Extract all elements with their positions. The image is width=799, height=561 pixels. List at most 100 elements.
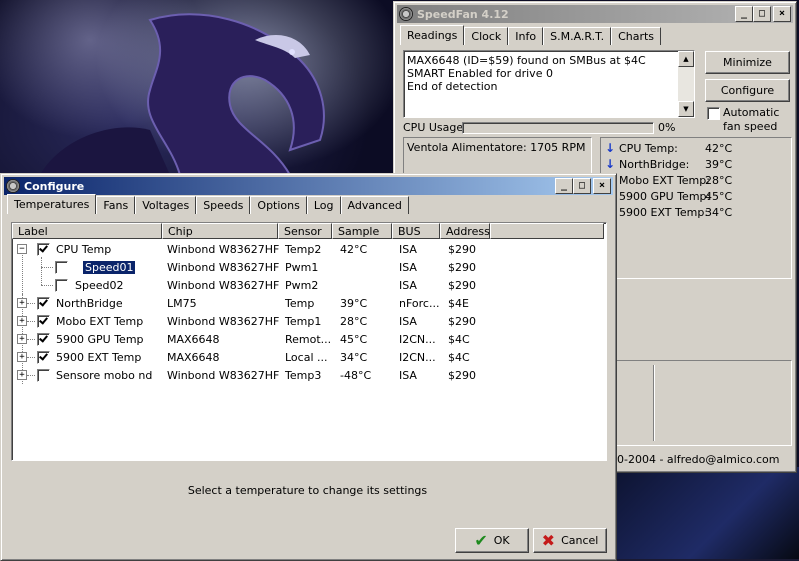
cpu-usage-label: CPU Usage <box>403 121 464 134</box>
expand-icon[interactable]: + <box>17 370 27 380</box>
row-address: $4E <box>448 297 469 310</box>
collapse-icon[interactable]: − <box>17 244 27 254</box>
row-checkbox[interactable] <box>55 261 68 274</box>
detection-log[interactable]: MAX6648 (ID=$59) found on SMBus at $4C S… <box>403 50 695 118</box>
row-checkbox[interactable] <box>37 369 50 382</box>
row-chip: Winbond W83627HF <box>167 261 280 274</box>
configure-tabs: Temperatures Fans Voltages Speeds Option… <box>7 194 409 214</box>
tab-smart[interactable]: S.M.A.R.T. <box>543 27 612 45</box>
fans-panel: Ventola Alimentatore: 1705 RPM <box>403 137 592 177</box>
row-sensor: Temp1 <box>285 315 322 328</box>
row-checkbox[interactable] <box>37 243 50 256</box>
column-header-address[interactable]: Address <box>440 223 490 239</box>
tab-charts[interactable]: Charts <box>611 27 662 45</box>
column-header-label[interactable]: Label <box>12 223 162 239</box>
expand-icon[interactable]: + <box>17 352 27 362</box>
tree-line <box>41 285 53 286</box>
tree-line <box>27 375 35 376</box>
cpu-usage-value: 0% <box>658 121 676 134</box>
row-chip: LM75 <box>167 297 197 310</box>
row-bus: nForc... <box>399 297 440 310</box>
close-icon[interactable]: × <box>593 178 611 194</box>
log-scrollbar[interactable]: ▲ ▼ <box>678 51 694 117</box>
speedfan-tabs: Readings Clock Info S.M.A.R.T. Charts <box>400 25 662 45</box>
row-checkbox[interactable] <box>55 279 68 292</box>
tab-speeds[interactable]: Speeds <box>196 196 251 214</box>
table-row[interactable]: + 5900 EXT Temp MAX6648 Local ... 34°C I… <box>12 348 604 366</box>
tab-voltages[interactable]: Voltages <box>135 196 197 214</box>
expand-icon[interactable]: + <box>17 298 27 308</box>
minimize-icon[interactable]: _ <box>555 178 573 194</box>
tab-log[interactable]: Log <box>306 196 341 214</box>
maximize-icon[interactable]: □ <box>753 6 771 22</box>
automatic-fan-speed-checkbox[interactable] <box>707 107 720 120</box>
minimize-icon[interactable]: _ <box>735 6 753 22</box>
table-row[interactable]: Speed01 Winbond W83627HF Pwm1 ISA $290 <box>12 258 604 276</box>
row-checkbox[interactable] <box>37 297 50 310</box>
row-label: 5900 EXT Temp <box>56 351 142 364</box>
row-address: $290 <box>448 315 476 328</box>
column-header-sensor[interactable]: Sensor <box>278 223 332 239</box>
temperatures-tree-list[interactable]: Label Chip Sensor Sample BUS Address − C… <box>11 222 607 461</box>
temp-value: 42°C <box>705 141 733 155</box>
row-address: $290 <box>448 243 476 256</box>
row-bus: ISA <box>399 369 417 382</box>
cancel-button[interactable]: ✖ Cancel <box>533 528 607 553</box>
row-sensor: Pwm2 <box>285 279 319 292</box>
table-row[interactable]: Speed02 Winbond W83627HF Pwm2 ISA $290 <box>12 276 604 294</box>
expand-icon[interactable]: + <box>17 316 27 326</box>
row-bus: ISA <box>399 261 417 274</box>
table-row[interactable]: + Mobo EXT Temp Winbond W83627HF Temp1 2… <box>12 312 604 330</box>
temp-reading-row: 5900 GPU Temp: 45°C <box>605 188 785 204</box>
configure-title: Configure <box>24 179 85 193</box>
row-sample: -48°C <box>340 369 372 382</box>
configure-button[interactable]: Configure <box>705 79 790 102</box>
dragon-wallpaper-image <box>40 13 325 175</box>
temp-reading-row: ↓ NorthBridge: 39°C <box>605 156 785 172</box>
temp-label: 5900 EXT Temp: <box>619 205 709 219</box>
row-label: NorthBridge <box>56 297 123 310</box>
table-row[interactable]: + 5900 GPU Temp MAX6648 Remot... 45°C I2… <box>12 330 604 348</box>
column-header-sample[interactable]: Sample <box>332 223 392 239</box>
speedfan-app-icon <box>399 7 413 21</box>
temp-value: 28°C <box>705 173 733 187</box>
table-row[interactable]: − CPU Temp Winbond W83627HF Temp2 42°C I… <box>12 240 604 258</box>
tab-clock[interactable]: Clock <box>464 27 509 45</box>
tab-info[interactable]: Info <box>508 27 544 45</box>
row-checkbox[interactable] <box>37 351 50 364</box>
expand-icon[interactable]: + <box>17 334 27 344</box>
row-label: Speed01 <box>81 260 137 275</box>
ok-button-label: OK <box>493 534 510 547</box>
log-line: MAX6648 (ID=$59) found on SMBus at $4C <box>407 54 646 67</box>
tree-line <box>41 267 53 268</box>
temp-value: 39°C <box>705 157 733 171</box>
maximize-icon[interactable]: □ <box>573 178 591 194</box>
down-arrow-icon: ↓ <box>605 141 616 155</box>
tab-temperatures[interactable]: Temperatures <box>7 194 97 214</box>
row-checkbox[interactable] <box>37 315 50 328</box>
table-row[interactable]: + NorthBridge LM75 Temp 39°C nForc... $4… <box>12 294 604 312</box>
row-checkbox[interactable] <box>37 333 50 346</box>
scroll-down-icon[interactable]: ▼ <box>678 101 694 117</box>
close-icon[interactable]: × <box>773 6 791 22</box>
row-sensor: Pwm1 <box>285 261 319 274</box>
column-header-chip[interactable]: Chip <box>162 223 278 239</box>
scroll-up-icon[interactable]: ▲ <box>678 51 694 67</box>
row-chip: Winbond W83627HF <box>167 369 280 382</box>
row-sensor: Remot... <box>285 333 332 346</box>
table-row[interactable]: + Sensore mobo nd Winbond W83627HF Temp3… <box>12 366 604 384</box>
tree-line <box>27 339 35 340</box>
row-chip: MAX6648 <box>167 333 220 346</box>
temp-value: 34°C <box>705 205 733 219</box>
tab-fans[interactable]: Fans <box>96 196 136 214</box>
minimize-button[interactable]: Minimize <box>705 51 790 74</box>
tab-options[interactable]: Options <box>250 196 307 214</box>
speedfan-titlebar[interactable]: SpeedFan 4.12 _ □ × <box>397 5 793 23</box>
tab-advanced[interactable]: Advanced <box>340 196 409 214</box>
column-header-bus[interactable]: BUS <box>392 223 440 239</box>
configure-titlebar[interactable]: Configure _ □ × <box>4 177 613 195</box>
cancel-button-label: Cancel <box>561 534 599 547</box>
tree-line <box>27 321 35 322</box>
ok-button[interactable]: ✔ OK <box>455 528 529 553</box>
tab-readings[interactable]: Readings <box>400 25 465 45</box>
